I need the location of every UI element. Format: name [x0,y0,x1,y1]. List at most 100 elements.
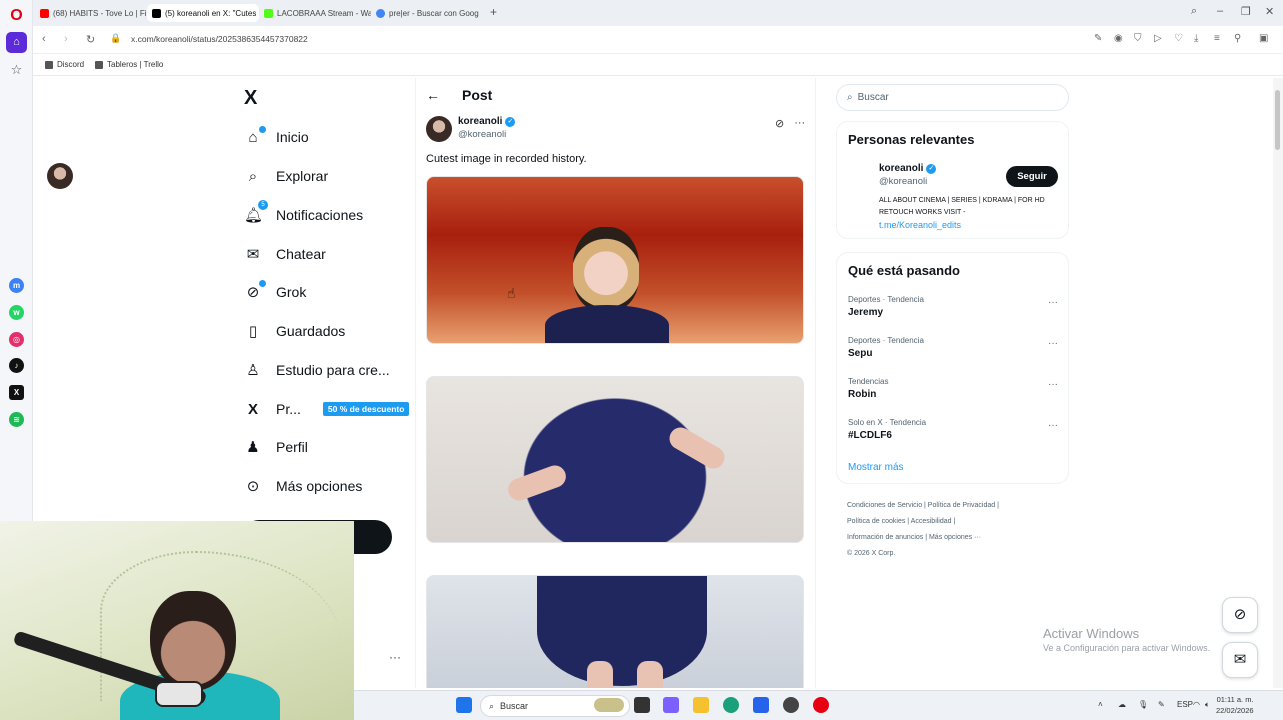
instagram-icon[interactable]: ◎ [9,332,24,347]
follow-button[interactable]: Seguir [1006,166,1058,187]
opera-taskbar-icon[interactable] [813,697,829,713]
post-image-2[interactable] [426,376,804,543]
whatsapp-icon[interactable]: w [9,305,24,320]
tiktok-icon[interactable]: ♪ [9,358,24,373]
edge-icon[interactable] [723,697,739,713]
camera-icon[interactable]: ◉ [1114,33,1123,44]
messages-fab-icon[interactable]: ✉ [1222,642,1258,678]
minimize-icon[interactable]: – [1217,5,1223,17]
star-icon[interactable]: ☆ [9,62,24,77]
author-handle[interactable]: @koreanoli [458,129,515,140]
wifi-icon[interactable]: ◠ [1193,700,1200,709]
bookmark-discord[interactable]: Discord [45,60,84,69]
windows-start-icon[interactable] [456,697,472,713]
pen-icon[interactable]: ✎ [1158,700,1165,709]
search-placeholder: Buscar [857,92,889,103]
maximize-icon[interactable]: ❐ [1241,5,1251,18]
widget-icon[interactable] [594,698,624,712]
sidebar-item-mas-opciones[interactable]: ⊙ Más opciones [244,472,363,500]
more-icon[interactable]: ··· [389,650,401,664]
sidebar-item-premium[interactable]: X Pr... 50 % de descuento [244,395,410,423]
sidebar-item-grok[interactable]: ⊘ Grok [244,278,306,306]
task-view-icon[interactable] [634,697,650,713]
more-icon[interactable]: ··· [1048,297,1058,308]
x-app-icon[interactable]: X [9,385,24,400]
sidebar-item-explorar[interactable]: ⌕ Explorar [244,162,328,190]
mic-tray-icon[interactable]: 🎙︎ [1138,700,1148,709]
trend-item[interactable]: Solo en X · Tendencia #LCDLF6 ··· [848,418,1058,441]
profile-icon[interactable]: ⚲ [1234,33,1241,44]
store-icon[interactable] [753,697,769,713]
tab-google[interactable]: pre|er - Buscar con Goog [371,4,485,22]
url-field[interactable]: x.com/koreanoli/status/20253863544573708… [131,34,308,44]
sidebar-item-chatear[interactable]: ✉ Chatear [244,240,326,268]
post-image-3[interactable] [426,575,804,688]
back-arrow-icon[interactable]: ← [426,87,440,103]
more-icon[interactable]: ··· [1048,420,1058,431]
trend-item[interactable]: Deportes · Tendencia Sepu ··· [848,336,1058,359]
file-explorer-icon[interactable] [693,697,709,713]
reload-icon[interactable]: ↻ [86,33,95,46]
x-logo-icon[interactable]: X [244,87,257,110]
back-arrow-icon[interactable]: ‹ [42,33,46,45]
taskbar-clock[interactable]: 01:11 a. m. 22/02/2026 [1216,694,1254,716]
relevant-title: Personas relevantes [848,132,975,147]
google-icon [376,8,385,18]
menu-icon[interactable]: ≡ [1214,33,1220,44]
sidebar-item-estudio[interactable]: ♙ Estudio para cre... [244,356,389,384]
shield-icon[interactable]: ⛉ [1134,33,1142,44]
browser-search-icon[interactable]: ⌕ [1191,5,1197,18]
trend-category: Deportes · Tendencia [848,336,924,345]
author-name[interactable]: koreanoli [458,116,502,127]
trend-item[interactable]: Tendencias Robin ··· [848,377,1058,400]
sidebar-item-inicio[interactable]: ⌂ Inicio [244,123,309,151]
show-more-link[interactable]: Mostrar más [848,462,904,473]
messenger-icon[interactable]: m [9,278,24,293]
send-icon[interactable]: ▷ [1154,33,1162,44]
sidebar-toggle-icon[interactable]: ▣ [1259,33,1268,44]
new-tab-plus-icon[interactable]: + [490,5,497,19]
spotify-icon[interactable]: ≋ [9,412,24,427]
scrollbar[interactable] [1273,78,1283,688]
grok-fab-icon[interactable]: ⊘ [1222,597,1258,633]
avatar[interactable] [47,163,73,189]
footer-line[interactable]: Información de anuncios | Más opciones ·… [847,530,1067,546]
bookmark-trello[interactable]: Tableros | Trello [95,60,163,69]
sidebar-item-guardados[interactable]: ▯ Guardados [244,317,345,345]
cloud-icon[interactable]: ☁ [1118,700,1126,709]
forward-arrow-icon[interactable]: › [64,33,68,45]
more-icon[interactable]: ··· [794,117,805,130]
sidebar-item-notificaciones[interactable]: 🔔︎ 5 Notificaciones [244,200,363,229]
post-image-1[interactable] [426,176,804,344]
more-icon[interactable]: ··· [1048,338,1058,349]
skater-skirt [537,576,707,686]
home-icon[interactable]: ⌂ [6,32,27,53]
chevron-up-icon[interactable]: ˄ [1098,700,1103,709]
avatar[interactable] [426,116,452,142]
relevant-user[interactable]: koreanoli ✓ @koreanoli [879,163,937,187]
post-author[interactable]: koreanoli ✓ @koreanoli [426,116,516,142]
language-indicator[interactable]: ESP [1177,700,1193,709]
download-icon[interactable]: ⤓ [1194,33,1198,44]
close-icon[interactable]: ✕ [1265,5,1274,18]
scrollbar-thumb[interactable] [1275,90,1280,150]
search-input[interactable]: ⌕ Buscar [836,84,1069,111]
tab-youtube[interactable]: (68) HABITS - Tove Lo | Fi [35,4,147,22]
grok-explain-icon[interactable]: ⊘ [775,117,784,130]
app-icon[interactable] [783,697,799,713]
bio-link[interactable]: t.me/Koreanoli_edits [879,220,961,230]
heart-icon[interactable]: ♡ [1174,33,1183,44]
more-icon[interactable]: ··· [1048,379,1058,390]
tab-x-post[interactable]: (5) koreanoli en X: "Cutes [147,4,259,22]
footer-line[interactable]: Política de cookies | Accesibilidad | [847,514,1067,530]
copilot-icon[interactable] [663,697,679,713]
tab-kick[interactable]: LACOBRAAA Stream - Wa [259,4,371,22]
opera-logo-icon[interactable]: O [7,6,26,25]
edit-icon[interactable]: ✎ [1094,33,1102,44]
search-icon: ⌕ [847,92,853,103]
footer-line[interactable]: Condiciones de Servicio | Política de Pr… [847,498,1067,514]
volume-icon[interactable]: 🔈︎ [1205,700,1210,710]
sidebar-item-perfil[interactable]: ♟︎ Perfil [244,433,308,461]
trend-item[interactable]: Deportes · Tendencia Jeremy ··· [848,295,1058,318]
relevant-bio: ALL ABOUT CINEMA | SERIES | KDRAMA | FOR… [879,195,1063,233]
